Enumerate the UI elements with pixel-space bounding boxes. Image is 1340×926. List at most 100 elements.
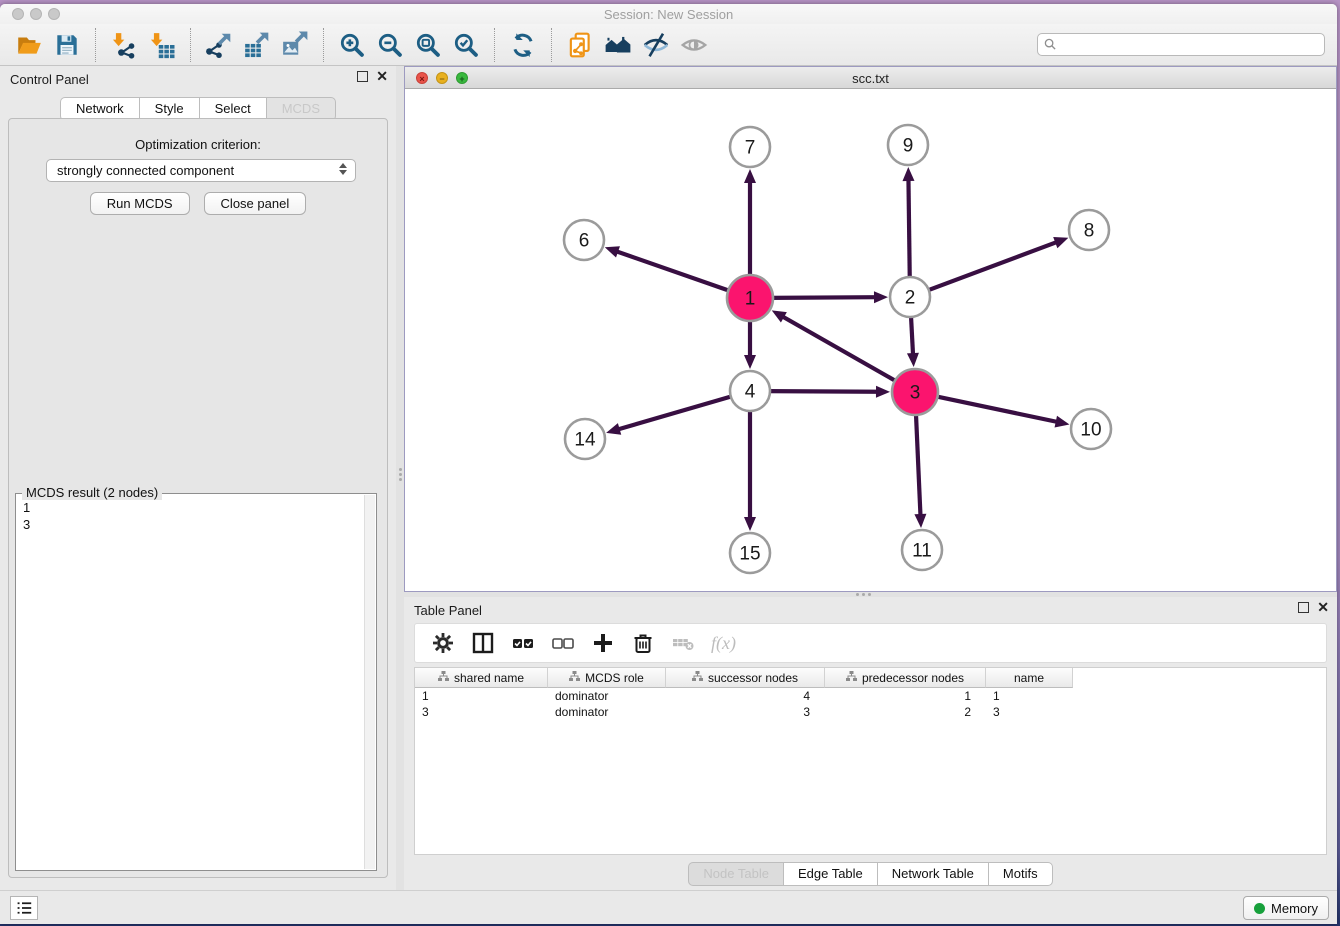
network-window-title: scc.txt	[405, 71, 1336, 86]
column-header-successor-nodes[interactable]: successor nodes	[666, 668, 825, 688]
save-session-icon[interactable]	[53, 31, 81, 59]
close-panel-icon[interactable]: ✕	[376, 71, 388, 82]
column-header-predecessor-nodes[interactable]: predecessor nodes	[825, 668, 986, 688]
task-history-button[interactable]	[10, 896, 38, 920]
graph-edge-2-8[interactable]	[926, 242, 1057, 291]
zoom-out-icon[interactable]	[376, 31, 404, 59]
table-cell: 1	[825, 688, 986, 704]
close-panel-button[interactable]: Close panel	[204, 192, 307, 215]
table-row[interactable]: 1dominator411	[415, 688, 1326, 704]
float-table-panel-icon[interactable]	[1298, 602, 1309, 613]
search-field[interactable]	[1037, 33, 1325, 56]
zoom-fit-icon[interactable]	[414, 31, 442, 59]
app-title: Session: New Session	[0, 7, 1337, 22]
open-session-icon[interactable]	[15, 31, 43, 59]
apply-layout-icon[interactable]	[509, 31, 537, 59]
graph-edge-4-14[interactable]	[618, 396, 734, 430]
graph-node-label: 2	[905, 288, 916, 309]
hide-graphics-details-icon[interactable]	[642, 31, 670, 59]
close-table-panel-icon[interactable]: ✕	[1317, 602, 1329, 613]
table-toolbar: f(x)	[414, 623, 1327, 663]
column-selector-icon[interactable]	[471, 631, 495, 655]
graph-node-label: 6	[579, 231, 590, 252]
first-neighbors-icon[interactable]	[604, 31, 632, 59]
column-tree-icon	[569, 671, 580, 685]
mcds-result-values: 13	[23, 499, 360, 533]
graph-edge-1-2[interactable]	[770, 297, 876, 298]
column-header-MCDS-role[interactable]: MCDS role	[548, 668, 666, 688]
edge-arrowhead	[744, 169, 756, 183]
graph-edge-3-11[interactable]	[916, 412, 921, 516]
edge-arrowhead	[744, 517, 756, 531]
float-panel-icon[interactable]	[357, 71, 368, 82]
search-input[interactable]	[1061, 36, 1324, 54]
graph-edge-1-6[interactable]	[616, 251, 731, 291]
table-cell: 3	[415, 704, 548, 720]
graph-node-label: 15	[739, 544, 760, 565]
graph-edge-4-3[interactable]	[767, 391, 878, 392]
table-cell: dominator	[548, 688, 666, 704]
search-icon	[1044, 38, 1057, 51]
table-panel-title: Table Panel	[414, 603, 482, 618]
add-column-icon[interactable]	[591, 631, 615, 655]
tab-edge-table[interactable]: Edge Table	[783, 862, 877, 886]
graph-edge-2-9[interactable]	[908, 179, 909, 280]
optimization-criterion-select[interactable]: strongly connected component	[46, 159, 356, 182]
export-network-icon[interactable]	[205, 31, 233, 59]
column-header-label: shared name	[454, 671, 524, 685]
export-table-icon[interactable]	[243, 31, 271, 59]
function-builder-icon: f(x)	[711, 633, 736, 654]
graph-node-label: 8	[1084, 221, 1095, 242]
application-window: Session: New Session Control	[0, 4, 1337, 924]
graph-node-label: 4	[745, 382, 756, 403]
graph-node-label: 9	[903, 136, 914, 157]
memory-button[interactable]: Memory	[1243, 896, 1329, 920]
node-table[interactable]: shared name MCDS role successor nodes prede…	[414, 667, 1327, 855]
import-network-icon[interactable]	[110, 31, 138, 59]
table-cell: dominator	[548, 704, 666, 720]
result-scrollbar[interactable]	[364, 495, 375, 869]
delete-column-trash-icon[interactable]	[631, 631, 655, 655]
zoom-selected-icon[interactable]	[452, 31, 480, 59]
main-toolbar	[0, 24, 1337, 66]
export-image-icon[interactable]	[281, 31, 309, 59]
graph-node-label: 14	[574, 430, 596, 451]
graph-node-label: 1	[745, 289, 756, 310]
tab-node-table[interactable]: Node Table	[688, 862, 783, 886]
memory-label: Memory	[1271, 901, 1318, 916]
tab-motifs[interactable]: Motifs	[988, 862, 1053, 886]
import-table-icon[interactable]	[148, 31, 176, 59]
table-row[interactable]: 3dominator323	[415, 704, 1326, 720]
select-all-checkboxes-icon[interactable]	[511, 631, 535, 655]
destroy-table-icon	[671, 631, 695, 655]
copy-view-icon[interactable]	[566, 31, 594, 59]
graph-edge-3-10[interactable]	[935, 396, 1058, 422]
unselect-all-checkboxes-icon[interactable]	[551, 631, 575, 655]
result-line: 3	[23, 516, 360, 533]
table-options-gear-icon[interactable]	[431, 631, 455, 655]
table-tabs: Node TableEdge TableNetwork TableMotifs	[404, 862, 1337, 886]
table-cell: 1	[415, 688, 548, 704]
table-panel-header: Table Panel ✕	[404, 597, 1337, 623]
show-graphics-details-icon	[680, 31, 708, 59]
optimization-criterion-label: Optimization criterion:	[9, 137, 387, 152]
graph-node-label: 10	[1080, 420, 1101, 441]
tab-network-table[interactable]: Network Table	[877, 862, 988, 886]
mcds-result-box[interactable]: MCDS result (2 nodes) 13	[15, 493, 377, 871]
network-graph-canvas[interactable]: 1234678910111415	[405, 89, 1336, 591]
vertical-splitter[interactable]	[396, 66, 404, 890]
column-tree-icon	[438, 671, 449, 685]
column-header-name[interactable]: name	[986, 668, 1073, 688]
control-panel-header: Control Panel ✕	[0, 66, 396, 92]
edge-arrowhead	[606, 423, 621, 435]
graph-edge-2-3[interactable]	[911, 314, 913, 355]
zoom-in-icon[interactable]	[338, 31, 366, 59]
app-titlebar: Session: New Session	[0, 4, 1337, 24]
column-header-shared-name[interactable]: shared name	[415, 668, 548, 688]
mcds-pane: Optimization criterion: strongly connect…	[8, 118, 388, 878]
column-header-label: successor nodes	[708, 671, 798, 685]
graph-edge-3-1[interactable]	[782, 316, 897, 382]
select-stepper-icon	[339, 163, 347, 175]
run-mcds-button[interactable]: Run MCDS	[90, 192, 190, 215]
table-body: 1dominator4113dominator323	[415, 688, 1326, 720]
